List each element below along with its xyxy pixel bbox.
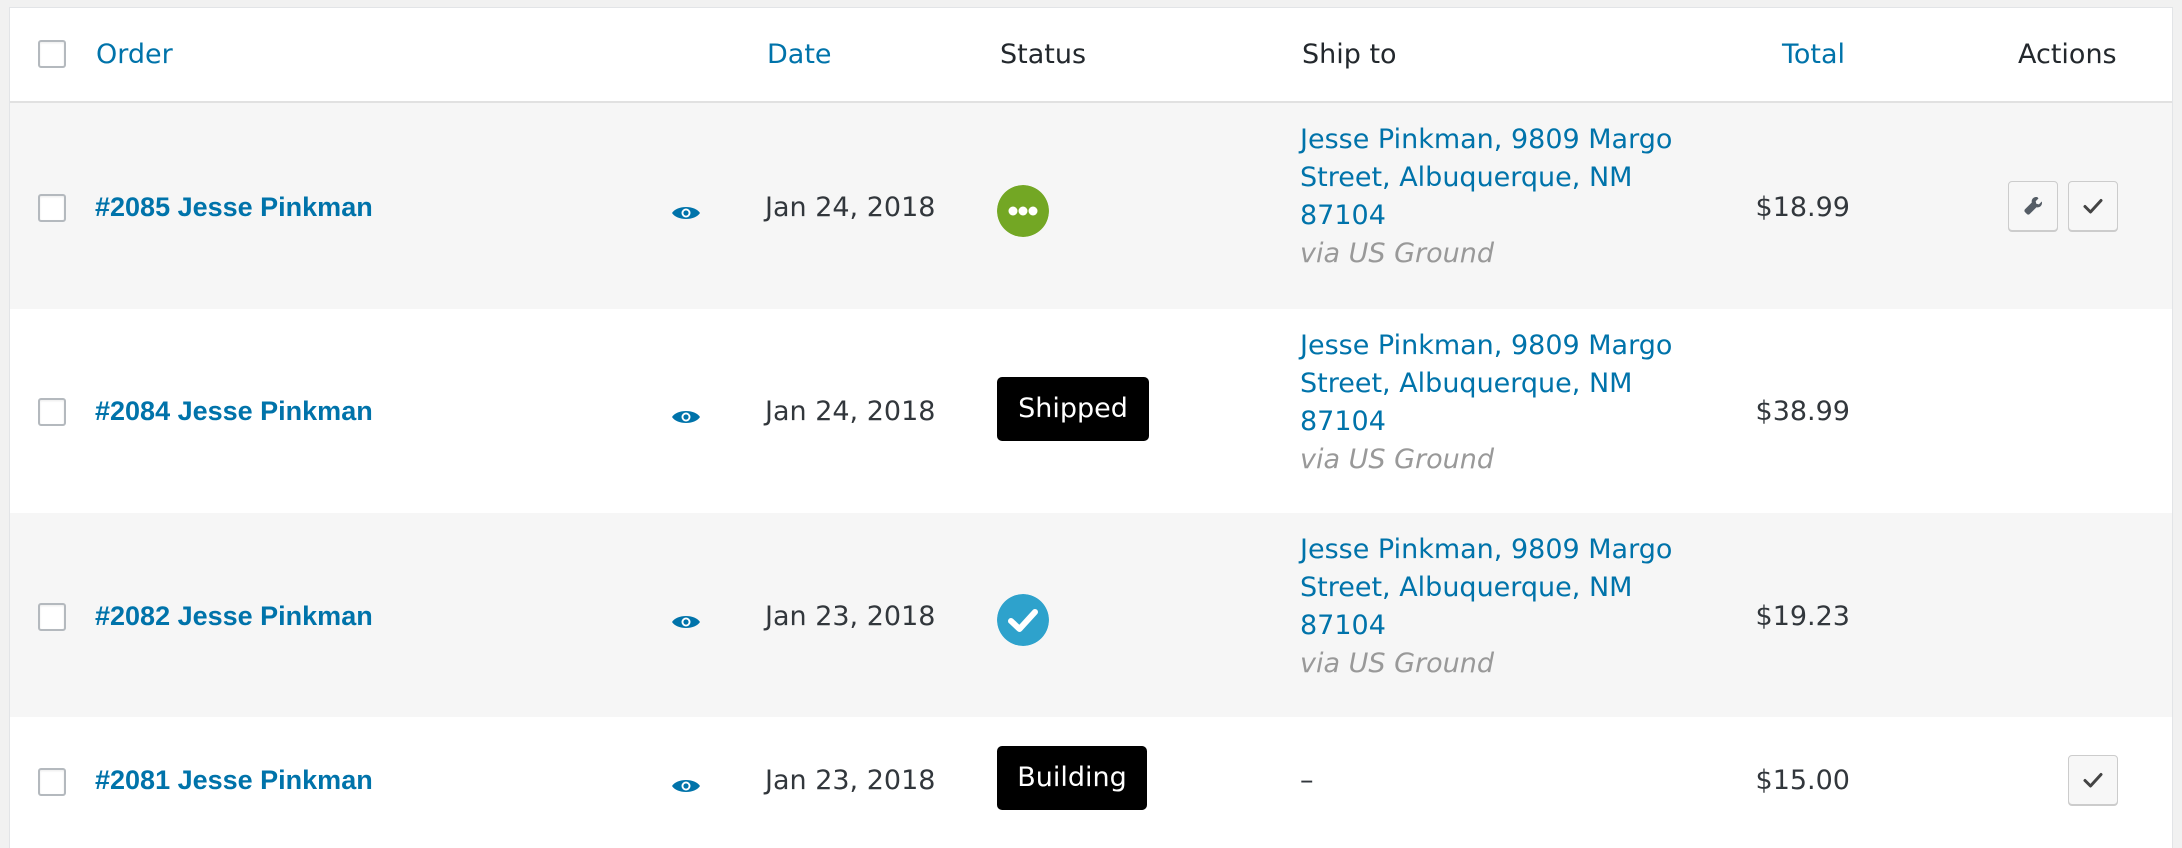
processing-action-button[interactable] (2008, 181, 2058, 231)
order-link[interactable]: #2084 Jesse Pinkman (95, 396, 373, 427)
column-total-header[interactable]: Total (1782, 8, 1845, 101)
order-total: $19.23 (1755, 601, 1850, 632)
shipping-method: via US Ground (1300, 444, 1494, 475)
table-row: #2081 Jesse Pinkman Jan 23, 2018 Buildin… (10, 717, 2172, 848)
preview-eye-icon[interactable] (671, 408, 701, 426)
orders-table: Order Date Status Ship to Total Actions … (10, 8, 2172, 848)
table-row: #2085 Jesse Pinkman Jan 24, 2018 Jesse P… (10, 103, 2172, 309)
order-date: Jan 23, 2018 (765, 601, 936, 632)
table-header: Order Date Status Ship to Total Actions (10, 8, 2172, 103)
order-total: $38.99 (1755, 396, 1850, 427)
column-date-header[interactable]: Date (767, 8, 832, 101)
order-total: $15.00 (1755, 765, 1850, 796)
column-order-header[interactable]: Order (96, 8, 173, 101)
row-checkbox[interactable] (38, 194, 66, 222)
preview-eye-icon[interactable] (671, 777, 701, 795)
ship-to-cell: Jesse Pinkman, 9809 Margo Street, Albuqu… (1300, 327, 1680, 479)
preview-eye-icon[interactable] (671, 613, 701, 631)
order-date: Jan 23, 2018 (765, 765, 936, 796)
ship-address-link[interactable]: Jesse Pinkman, 9809 Margo Street, Albuqu… (1300, 531, 1680, 645)
order-link[interactable]: #2085 Jesse Pinkman (95, 192, 373, 223)
column-ship-to-header: Ship to (1302, 39, 1397, 70)
check-icon (2083, 773, 2103, 788)
table-row: #2082 Jesse Pinkman Jan 23, 2018 Jesse P… (10, 513, 2172, 717)
order-date: Jan 24, 2018 (765, 396, 936, 427)
check-icon (2083, 199, 2103, 214)
table-row: #2084 Jesse Pinkman Jan 24, 2018 Shipped… (10, 309, 2172, 513)
shipping-method: via US Ground (1300, 238, 1494, 269)
row-checkbox[interactable] (38, 398, 66, 426)
order-link[interactable]: #2082 Jesse Pinkman (95, 601, 373, 632)
order-link[interactable]: #2081 Jesse Pinkman (95, 765, 373, 796)
ship-to-cell: Jesse Pinkman, 9809 Margo Street, Albuqu… (1300, 531, 1680, 683)
select-all-checkbox[interactable] (38, 40, 66, 68)
order-date: Jan 24, 2018 (765, 192, 936, 223)
status-pill: Shipped (997, 377, 1149, 441)
row-checkbox[interactable] (38, 603, 66, 631)
preview-eye-icon[interactable] (671, 204, 701, 222)
ship-to-cell: Jesse Pinkman, 9809 Margo Street, Albuqu… (1300, 121, 1680, 273)
ship-to-empty: – (1300, 765, 1314, 796)
complete-action-button[interactable] (2068, 181, 2118, 231)
order-total: $18.99 (1755, 192, 1850, 223)
column-actions-header: Actions (2018, 39, 2117, 70)
completed-check-icon (997, 594, 1049, 646)
complete-action-button[interactable] (2068, 755, 2118, 805)
ship-address-link[interactable]: Jesse Pinkman, 9809 Margo Street, Albuqu… (1300, 121, 1680, 235)
wrench-icon (2024, 196, 2043, 215)
status-pill: Building (997, 746, 1147, 810)
column-status-header: Status (1000, 39, 1087, 70)
shipping-method: via US Ground (1300, 648, 1494, 679)
ship-address-link[interactable]: Jesse Pinkman, 9809 Margo Street, Albuqu… (1300, 327, 1680, 441)
row-checkbox[interactable] (38, 768, 66, 796)
processing-dots-icon (997, 185, 1049, 237)
